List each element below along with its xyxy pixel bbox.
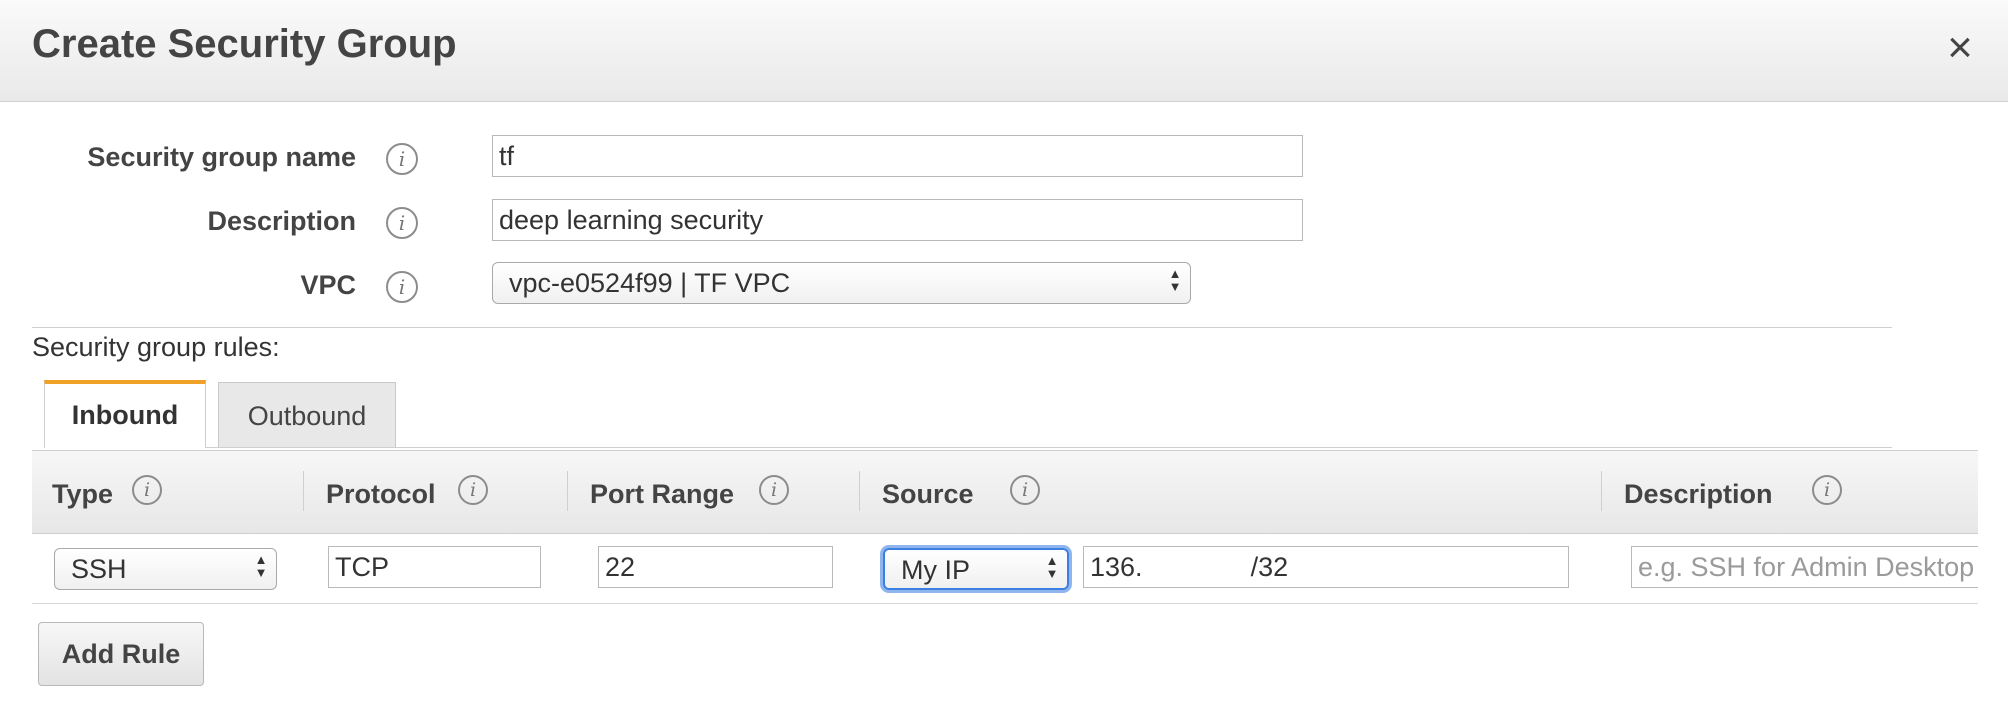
dialog-title: Create Security Group (32, 22, 457, 66)
column-separator (303, 471, 304, 511)
source-cidr-suffix: /32 (1250, 552, 1289, 582)
source-select-value: My IP (901, 555, 971, 585)
column-separator (567, 471, 568, 511)
up-down-arrows-icon: ▲ ▼ (254, 552, 268, 580)
info-icon[interactable]: i (132, 475, 162, 505)
tab-inbound[interactable]: Inbound (44, 380, 206, 448)
row-divider (32, 603, 1978, 604)
description-input[interactable]: deep learning security (492, 199, 1303, 241)
tab-baseline (206, 447, 1892, 448)
rule-type-value: SSH (71, 554, 127, 584)
source-select[interactable]: My IP ▲ ▼ (883, 548, 1069, 590)
info-icon[interactable]: i (1812, 475, 1842, 505)
rule-description-input[interactable]: e.g. SSH for Admin Desktop (1631, 546, 1978, 588)
close-icon[interactable]: × (1940, 26, 1980, 72)
port-range-input[interactable]: 22 (598, 546, 833, 588)
description-label: Description (207, 206, 356, 236)
source-cidr-prefix: 136. (1090, 552, 1143, 582)
rule-type-select[interactable]: SSH ▲ ▼ (54, 548, 277, 590)
info-icon[interactable]: i (759, 475, 789, 505)
info-icon[interactable]: i (458, 475, 488, 505)
info-icon[interactable]: i (386, 271, 418, 303)
column-header-source: Source (882, 479, 974, 509)
column-header-port-range: Port Range (590, 479, 735, 509)
protocol-input[interactable]: TCP (328, 546, 541, 588)
rules-table-header: Type i Protocol i Port Range i Source i … (32, 450, 1978, 534)
column-separator (859, 471, 860, 511)
vpc-select[interactable]: vpc-e0524f99 | TF VPC ▲ ▼ (492, 262, 1191, 304)
vpc-label: VPC (300, 270, 356, 300)
tab-outbound[interactable]: Outbound (218, 382, 396, 448)
column-header-protocol: Protocol (326, 479, 436, 509)
info-icon[interactable]: i (386, 207, 418, 239)
security-group-name-label: Security group name (87, 142, 356, 172)
vpc-select-value: vpc-e0524f99 | TF VPC (509, 268, 791, 298)
column-header-type: Type (52, 479, 114, 509)
column-separator (1601, 471, 1602, 511)
security-group-rules-caption: Security group rules: (32, 332, 280, 362)
up-down-arrows-icon: ▲ ▼ (1045, 553, 1059, 581)
source-cidr-input[interactable]: 136. /32 (1083, 546, 1569, 588)
info-icon[interactable]: i (386, 143, 418, 175)
dialog-header: Create Security Group × (0, 0, 2008, 102)
security-group-name-input[interactable]: tf (492, 135, 1303, 177)
info-icon[interactable]: i (1010, 475, 1040, 505)
add-rule-button[interactable]: Add Rule (38, 622, 204, 686)
column-header-description: Description (1624, 479, 1773, 509)
section-divider (32, 327, 1892, 328)
up-down-arrows-icon: ▲ ▼ (1168, 266, 1182, 294)
